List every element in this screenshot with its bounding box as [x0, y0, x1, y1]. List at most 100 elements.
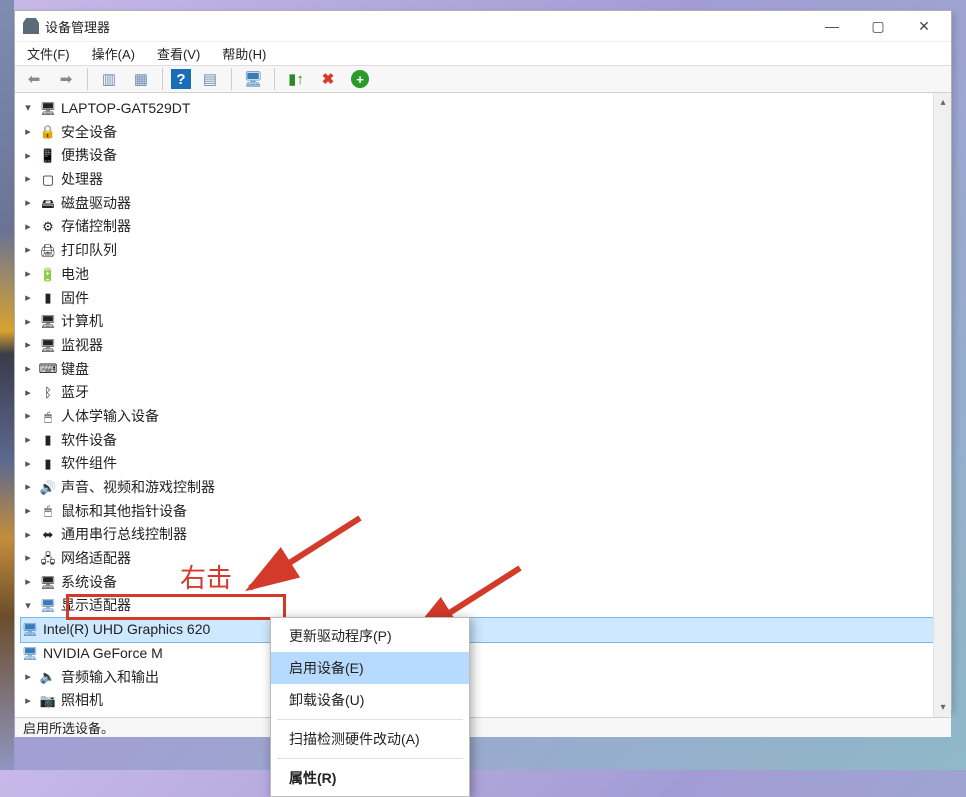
tree-item-intel-uhd[interactable]: 🖥 Intel(R) UHD Graphics 620	[21, 618, 933, 642]
tree-category-label: 网络适配器	[61, 548, 131, 570]
tree-category-label: 安全设备	[61, 122, 117, 144]
tree-category-label: 监视器	[61, 335, 103, 357]
chevron-down-icon[interactable]: ▾	[21, 100, 35, 117]
chevron-right-icon[interactable]: ▸	[21, 574, 35, 591]
chevron-right-icon[interactable]: ▸	[21, 408, 35, 425]
context-menu-scan-hardware[interactable]: 扫描检测硬件改动(A)	[271, 723, 469, 755]
help-button[interactable]: ?	[171, 69, 191, 89]
chevron-right-icon[interactable]: ▸	[21, 195, 35, 212]
category-icon: 🖱	[39, 409, 57, 425]
category-icon: ⌨	[39, 361, 57, 377]
menu-view[interactable]: 查看(V)	[153, 42, 204, 65]
chevron-right-icon[interactable]: ▸	[21, 242, 35, 259]
chevron-right-icon[interactable]: ▸	[21, 219, 35, 236]
tree-category[interactable]: ▸▮固件	[21, 287, 933, 311]
tree-category[interactable]: ▸⌨键盘	[21, 358, 933, 382]
menu-action[interactable]: 操作(A)	[88, 42, 139, 65]
device-tree[interactable]: ▾ 🖥 LAPTOP-GAT529DT ▸🔒安全设备▸📱便携设备▸▢处理器▸🖴磁…	[15, 93, 933, 717]
titlebar[interactable]: 设备管理器 — ▢ ✕	[15, 11, 951, 42]
device-manager-window: 设备管理器 — ▢ ✕ 文件(F) 操作(A) 查看(V) 帮助(H) ⬅ ➡ …	[14, 10, 952, 710]
toolbar-separator	[231, 68, 232, 90]
app-icon	[23, 18, 39, 34]
context-menu-properties[interactable]: 属性(R)	[271, 762, 469, 794]
context-menu-uninstall-device[interactable]: 卸载设备(U)	[271, 684, 469, 716]
scan-hardware-button[interactable]: 🖥	[240, 66, 266, 92]
tree-category-display-adapter[interactable]: ▾ 🖥 显示适配器	[21, 594, 933, 618]
chevron-right-icon[interactable]: ▸	[21, 479, 35, 496]
status-text: 启用所选设备。	[23, 718, 114, 737]
chevron-right-icon[interactable]: ▸	[21, 361, 35, 378]
nav-forward-button[interactable]: ➡	[53, 66, 79, 92]
tree-category-label: 计算机	[61, 311, 103, 333]
category-icon: ▮	[39, 432, 57, 448]
tree-category[interactable]: ▸🖥系统设备	[21, 571, 933, 595]
maximize-button[interactable]: ▢	[855, 11, 901, 41]
tree-category[interactable]: ▸🖨打印队列	[21, 239, 933, 263]
nav-back-button[interactable]: ⬅	[21, 66, 47, 92]
close-button[interactable]: ✕	[901, 11, 947, 41]
menu-file[interactable]: 文件(F)	[23, 42, 74, 65]
chevron-right-icon[interactable]: ▸	[21, 290, 35, 307]
show-hidden-button[interactable]: ▥	[96, 66, 122, 92]
tree-category[interactable]: ▸▢处理器	[21, 168, 933, 192]
tree-category[interactable]: ▸📱便携设备	[21, 144, 933, 168]
chevron-right-icon[interactable]: ▸	[21, 266, 35, 283]
category-icon: 🔊	[39, 480, 57, 496]
view-options-button[interactable]: ▤	[197, 66, 223, 92]
tree-category[interactable]: ▸🖴磁盘驱动器	[21, 192, 933, 216]
tree-category-label: 软件设备	[61, 430, 117, 452]
chevron-right-icon[interactable]: ▸	[21, 669, 35, 686]
tree-root[interactable]: ▾ 🖥 LAPTOP-GAT529DT	[21, 97, 933, 121]
context-menu-enable-device[interactable]: 启用设备(E)	[271, 652, 469, 684]
tree-category-label: 照相机	[61, 690, 103, 712]
chevron-right-icon[interactable]: ▸	[21, 337, 35, 354]
chevron-right-icon[interactable]: ▸	[21, 314, 35, 331]
tree-category[interactable]: ▸🖥监视器	[21, 334, 933, 358]
tree-category[interactable]: ▸🖱人体学输入设备	[21, 405, 933, 429]
chevron-right-icon[interactable]: ▸	[21, 148, 35, 165]
category-icon: 🖥	[39, 314, 57, 330]
camera-icon: 📷	[39, 693, 57, 709]
chevron-right-icon[interactable]: ▸	[21, 171, 35, 188]
category-icon: 📱	[39, 148, 57, 164]
tree-category[interactable]: ▸🖱鼠标和其他指针设备	[21, 500, 933, 524]
vertical-scrollbar[interactable]: ▴ ▾	[933, 93, 951, 717]
tree-category[interactable]: ▸⬌通用串行总线控制器	[21, 523, 933, 547]
enable-device-button[interactable]: ▮↑	[283, 66, 309, 92]
chevron-right-icon[interactable]: ▸	[21, 124, 35, 141]
tree-category[interactable]: ▸🔒安全设备	[21, 121, 933, 145]
chevron-right-icon[interactable]: ▸	[21, 503, 35, 520]
tree-scroll-area[interactable]: ▾ 🖥 LAPTOP-GAT529DT ▸🔒安全设备▸📱便携设备▸▢处理器▸🖴磁…	[15, 93, 933, 717]
add-legacy-button[interactable]: +	[347, 66, 373, 92]
tree-category-label: 打印队列	[61, 240, 117, 262]
tree-category[interactable]: ▸▮软件设备	[21, 429, 933, 453]
tree-category[interactable]: ▸🖧网络适配器	[21, 547, 933, 571]
tree-category-audio[interactable]: ▸ 🔈 音频输入和输出	[21, 666, 933, 690]
category-icon: 🖴	[39, 196, 57, 212]
tree-category[interactable]: ▸▮软件组件	[21, 452, 933, 476]
tree-category[interactable]: ▸⚙存储控制器	[21, 215, 933, 239]
scroll-down-button[interactable]: ▾	[934, 699, 952, 717]
chevron-right-icon[interactable]: ▸	[21, 385, 35, 402]
context-menu-update-driver[interactable]: 更新驱动程序(P)	[271, 620, 469, 652]
chevron-right-icon[interactable]: ▸	[21, 527, 35, 544]
menu-help[interactable]: 帮助(H)	[218, 42, 270, 65]
tree-root-label: LAPTOP-GAT529DT	[61, 98, 190, 120]
chevron-right-icon[interactable]: ▸	[21, 550, 35, 567]
refresh-button[interactable]: ▦	[128, 66, 154, 92]
context-menu-separator	[277, 719, 463, 720]
chevron-right-icon[interactable]: ▸	[21, 432, 35, 449]
tree-category[interactable]: ▸ᛒ蓝牙	[21, 381, 933, 405]
chevron-right-icon[interactable]: ▸	[21, 456, 35, 473]
scroll-up-button[interactable]: ▴	[934, 93, 952, 111]
tree-category[interactable]: ▸🔊声音、视频和游戏控制器	[21, 476, 933, 500]
disable-device-button[interactable]: ✖	[315, 66, 341, 92]
minimize-button[interactable]: —	[809, 11, 855, 41]
tree-item-nvidia[interactable]: 🖥 NVIDIA GeForce M	[21, 642, 933, 666]
tree-category[interactable]: ▸🔋电池	[21, 263, 933, 287]
chevron-right-icon[interactable]: ▸	[21, 693, 35, 710]
tree-category[interactable]: ▸🖥计算机	[21, 310, 933, 334]
category-icon: 🖧	[39, 551, 57, 567]
chevron-down-icon[interactable]: ▾	[21, 598, 35, 615]
tree-category-camera[interactable]: ▸ 📷 照相机	[21, 689, 933, 713]
